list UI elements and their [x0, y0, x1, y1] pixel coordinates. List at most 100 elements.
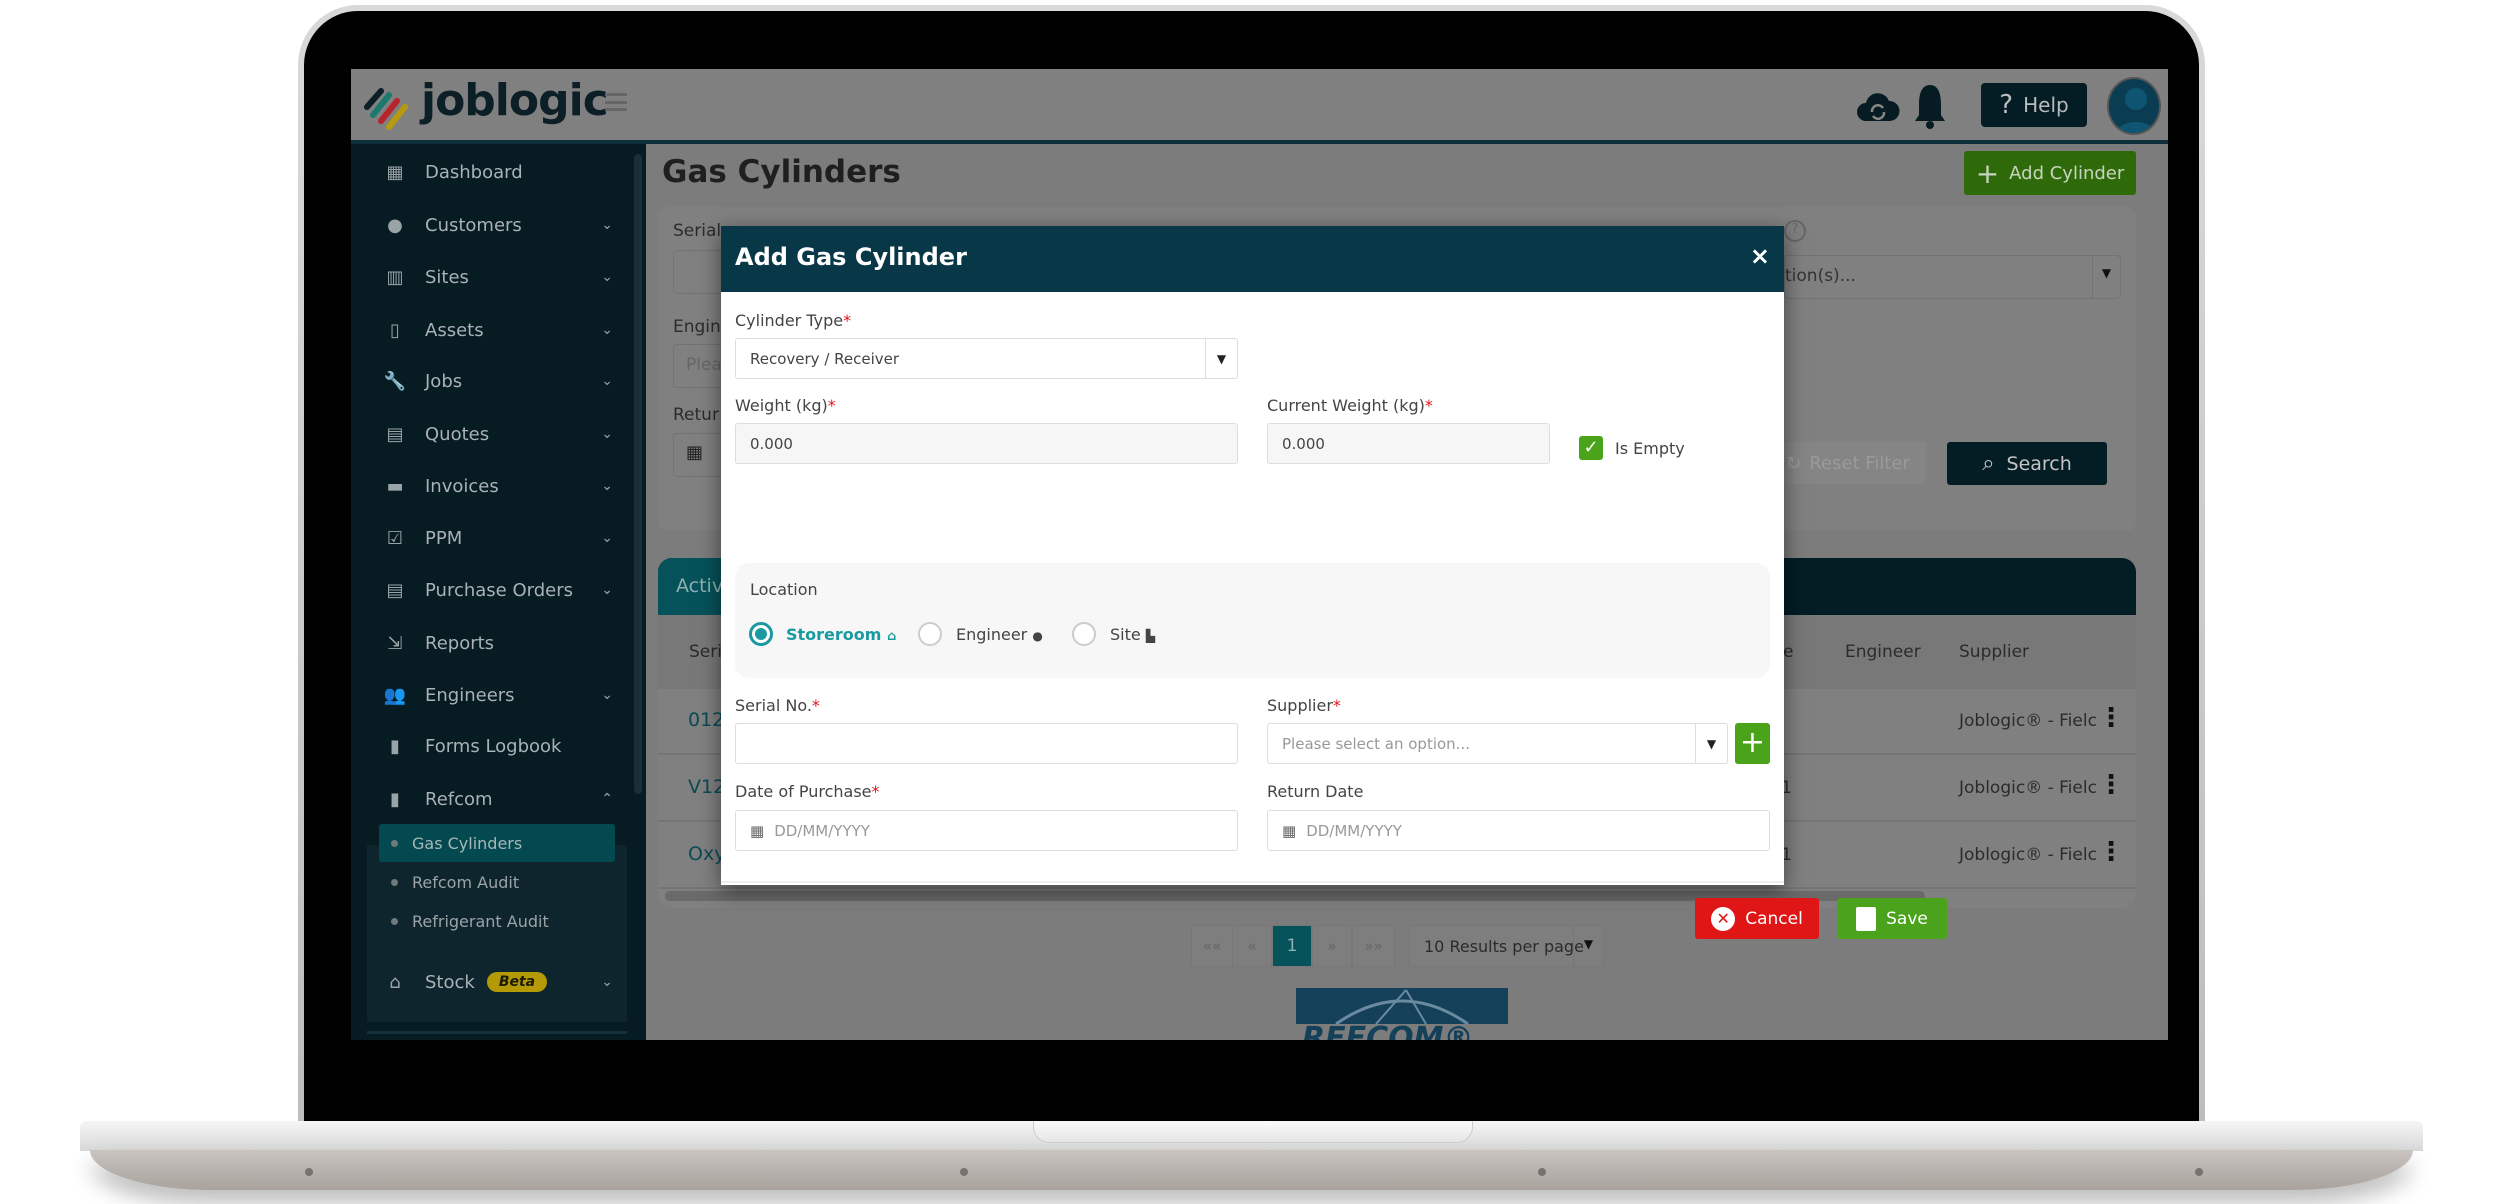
serial-no-input[interactable] — [735, 723, 1238, 764]
invoice-icon: ▬ — [386, 475, 404, 497]
column-header-engineer[interactable]: Engineer — [1845, 642, 1921, 662]
sidebar-item-ppm[interactable]: ☑ PPM ⌄ — [351, 516, 631, 560]
close-icon[interactable]: × — [1750, 242, 1770, 270]
pagination-next[interactable]: » — [1312, 925, 1352, 967]
cloud-sync-icon[interactable] — [1856, 87, 1900, 127]
sidebar-item-assets[interactable]: ▯ Assets ⌄ — [351, 308, 631, 352]
serial-link[interactable]: 012 — [688, 709, 724, 731]
results-per-page-select[interactable]: 10 Results per page ▼ — [1409, 925, 1604, 967]
building-icon: ▙ — [1145, 629, 1156, 643]
sidebar-item-dashboard[interactable]: ▦ Dashboard — [351, 150, 631, 194]
sidebar-divider — [367, 1031, 627, 1034]
weight-input[interactable]: 0.000 — [735, 423, 1238, 464]
sidebar-scrollbar[interactable] — [634, 154, 642, 794]
sidebar-item-reports[interactable]: ⇲ Reports — [351, 621, 631, 665]
filter-location-select[interactable]: tion(s)... ▼ — [1784, 255, 2121, 299]
sidebar-item-jobs[interactable]: 🔧 Jobs ⌄ — [351, 359, 631, 403]
bell-icon[interactable] — [1913, 81, 1947, 131]
location-site-label[interactable]: Site ▙ — [1110, 625, 1155, 644]
help-button[interactable]: ? Help — [1981, 83, 2087, 127]
sidebar-item-stock[interactable]: ⌂ Stock Beta ⌄ — [351, 960, 631, 1004]
add-gas-cylinder-modal: Add Gas Cylinder × Cylinder Type* Recove… — [721, 226, 1947, 939]
top-header: joblogic ? Help — [351, 69, 2168, 144]
supplier-select[interactable]: Please select an option... ▼ — [1267, 723, 1728, 764]
add-cylinder-button[interactable]: + Add Cylinder — [1964, 151, 2136, 195]
cylinder-type-select[interactable]: Recovery / Receiver ▼ — [735, 338, 1238, 379]
cancel-button[interactable]: ✕ Cancel — [1695, 898, 1819, 939]
clipboard-icon: ▤ — [386, 423, 404, 445]
chevron-icon: ⌄ — [601, 373, 613, 389]
column-header-serial[interactable]: Seri — [689, 642, 722, 662]
filter-engineer-placeholder: Plea — [686, 355, 722, 375]
chevron-down-icon: ▼ — [1573, 926, 1603, 966]
pagination-last[interactable]: »» — [1352, 925, 1395, 967]
column-header-supplier[interactable]: Supplier — [1959, 642, 2029, 662]
sidebar-item-quotes[interactable]: ▤ Quotes ⌄ — [351, 412, 631, 456]
sidebar-item-invoices[interactable]: ▬ Invoices ⌄ — [351, 464, 631, 508]
avatar[interactable] — [2107, 77, 2161, 135]
add-supplier-button[interactable]: + — [1735, 723, 1770, 764]
cancel-circle-icon: ✕ — [1711, 906, 1736, 931]
sidebar-item-label: Purchase Orders — [425, 579, 573, 601]
chevron-icon: ⌄ — [601, 322, 613, 338]
save-button[interactable]: Save — [1837, 898, 1947, 939]
location-engineer-label[interactable]: Engineer ● — [956, 625, 1043, 644]
filter-location-placeholder: tion(s)... — [1785, 266, 1856, 286]
calendar-icon: ▦ — [686, 442, 704, 463]
cylinder-icon: ▮ — [390, 788, 400, 810]
search-button[interactable]: ⌕ Search — [1947, 442, 2107, 485]
sidebar-item-customers[interactable]: ● Customers ⌄ — [351, 203, 631, 247]
logo-text: joblogic — [421, 75, 609, 126]
pagination-page-1[interactable]: 1 — [1272, 925, 1312, 967]
date-of-purchase-input[interactable]: ▦ DD/MM/YYYY — [735, 810, 1238, 851]
sidebar-item-sites[interactable]: ▥ Sites ⌄ — [351, 255, 631, 299]
weight-label: Weight (kg)* — [735, 396, 836, 415]
chevron-icon: ⌃ — [601, 791, 613, 807]
chevron-down-icon: ▼ — [1695, 724, 1727, 763]
location-site-radio[interactable] — [1072, 622, 1096, 646]
calendar-icon: ▦ — [1282, 821, 1297, 840]
sidebar-subitem-gas-cylinders[interactable]: Gas Cylinders — [379, 824, 615, 862]
app-screen: joblogic ? Help Gas Cylinders + Add Cyli… — [351, 69, 2168, 1040]
results-per-page-value: 10 Results per page — [1424, 936, 1584, 956]
is-empty-checkbox[interactable]: ✓ — [1579, 436, 1603, 460]
sidebar-item-purchase-orders[interactable]: ▤ Purchase Orders ⌄ — [351, 568, 631, 612]
pagination-prev[interactable]: « — [1232, 925, 1272, 967]
sidebar-item-label: Refcom — [425, 788, 493, 810]
joblogic-logo-icon — [364, 88, 408, 130]
bullet-icon — [391, 878, 398, 886]
help-circle-icon[interactable]: ? — [1784, 220, 1806, 242]
return-date-label: Return Date — [1267, 782, 1364, 801]
beta-badge: Beta — [486, 972, 548, 992]
is-empty-label: Is Empty — [1615, 439, 1685, 458]
serial-no-label: Serial No.* — [735, 696, 820, 715]
return-date-input[interactable]: ▦ DD/MM/YYYY — [1267, 810, 1770, 851]
menu-toggle-icon[interactable] — [605, 93, 627, 111]
refresh-icon: ↻ — [1786, 452, 1802, 474]
sidebar-subitem-refrigerant-audit[interactable]: Refrigerant Audit — [379, 902, 615, 940]
sidebar-item-engineers[interactable]: 👥 Engineers ⌄ — [351, 673, 631, 717]
building-icon: ▥ — [386, 266, 404, 288]
sidebar-item-label: Engineers — [425, 684, 515, 706]
sidebar-item-label: Stock — [425, 971, 475, 993]
reset-filter-button[interactable]: ↻ Reset Filter — [1770, 442, 1926, 484]
column-header-partial[interactable]: e — [1783, 642, 1793, 662]
supplier-cell: Joblogic® - Fielc — [1959, 711, 2097, 731]
kebab-menu-icon[interactable]: ⋮ — [2098, 770, 2124, 800]
pagination-first[interactable]: «« — [1191, 925, 1233, 967]
sidebar-item-forms-logbook[interactable]: ▮ Forms Logbook — [351, 724, 631, 768]
sidebar-item-refcom[interactable]: ▮ Refcom ⌃ — [351, 777, 631, 821]
location-engineer-radio[interactable] — [918, 622, 942, 646]
location-storeroom-radio[interactable] — [749, 622, 773, 646]
chevron-down-icon: ▼ — [2092, 256, 2120, 298]
current-weight-input[interactable]: 0.000 — [1267, 423, 1550, 464]
user-icon: ● — [1032, 629, 1043, 643]
refcom-logo: REFCOM® — [1296, 988, 1508, 1040]
sidebar-subitem-refcom-audit[interactable]: Refcom Audit — [379, 863, 615, 901]
kebab-menu-icon[interactable]: ⋮ — [2098, 703, 2124, 733]
serial-link[interactable]: Oxy — [688, 843, 725, 865]
kebab-menu-icon[interactable]: ⋮ — [2098, 837, 2124, 867]
document-icon: ▤ — [386, 579, 404, 601]
serial-link[interactable]: V12 — [688, 776, 725, 798]
location-storeroom-label[interactable]: Storeroom ⌂ — [786, 625, 896, 644]
